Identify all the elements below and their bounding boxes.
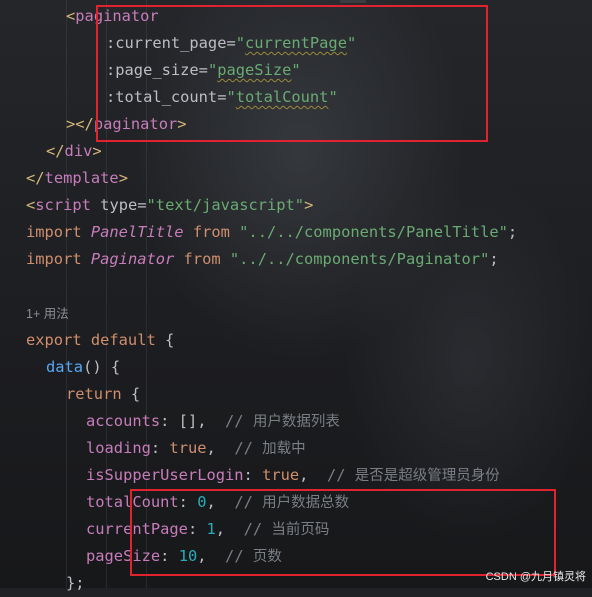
code-token: PanelTitle [90, 223, 184, 241]
code-token: > [304, 196, 314, 214]
code-token: import [26, 250, 91, 268]
code-token: isSupperUserLogin [86, 466, 244, 484]
code-token: { [165, 331, 175, 349]
code-token: export default [26, 331, 165, 349]
code-line: isSupperUserLogin: true, // 是否是超级管理员身份 [86, 462, 500, 489]
code-token: > [66, 115, 76, 133]
code-token: { [130, 385, 141, 403]
code-token: from [174, 250, 230, 268]
code-line: import PanelTitle from "../../components… [26, 219, 517, 246]
watermark: CSDN @九月镇灵将 [485, 571, 586, 583]
code-token: = [137, 196, 147, 214]
code-line: <script type="text/javascript"> [26, 192, 313, 219]
code-line: </div> [46, 138, 102, 165]
code-token: </ [26, 169, 45, 187]
code-token: </ [75, 115, 94, 133]
code-token: data [46, 358, 84, 376]
code-token: template [44, 169, 119, 187]
code-token: script [35, 196, 91, 214]
code-line: accounts: [], // 用户数据列表 [86, 408, 340, 435]
code-token: "text/javascript" [146, 196, 305, 214]
code-token: , [299, 466, 327, 484]
code-line: return { [66, 381, 140, 408]
highlight-box-data-fields [130, 489, 556, 576]
code-line: loading: true, // 加载中 [86, 435, 306, 462]
code-token: loading [86, 439, 151, 457]
code-token: 是否是超级管理员身份 [354, 468, 500, 484]
code-token: // [225, 412, 253, 430]
code-token: true [169, 439, 207, 457]
code-line: export default { [26, 327, 174, 354]
code-token: "../../components/PanelTitle" [239, 223, 508, 241]
code-line: import Paginator from "../../components/… [26, 246, 499, 273]
code-token: // [326, 466, 355, 484]
code-token: : [243, 466, 263, 484]
code-token: , [206, 439, 235, 457]
code-token: ; [489, 250, 499, 268]
code-token: import [26, 223, 91, 241]
code-token: return [66, 385, 131, 403]
code-token: </ [46, 142, 65, 160]
code-token: < [66, 7, 76, 25]
code-line: </template> [26, 165, 128, 192]
code-token: 1+ 用法 [26, 307, 69, 321]
code-token: from [183, 223, 240, 241]
code-token: }; [66, 574, 85, 592]
code-token: Paginator [90, 250, 175, 268]
code-token: // [234, 439, 263, 457]
code-token: : [], [160, 412, 226, 430]
scroll-indicator [340, 0, 366, 3]
code-line: data() { [46, 354, 120, 381]
code-token: () { [83, 358, 121, 376]
code-token: accounts [86, 412, 161, 430]
indent-guide [66, 0, 67, 588]
code-token: type [100, 196, 138, 214]
code-token: 用户数据列表 [252, 414, 340, 430]
code-token: true [262, 466, 300, 484]
highlight-box-paginator [96, 5, 488, 142]
code-token: < [26, 196, 36, 214]
code-token: 加载中 [262, 441, 306, 457]
usage-hint: 1+ 用法 [26, 300, 69, 327]
code-token: > [118, 169, 128, 187]
code-token: : [150, 439, 170, 457]
code-token: ; [507, 223, 518, 241]
code-token: div [64, 142, 93, 160]
code-line: }; [66, 570, 85, 597]
code-token: "../../components/Paginator" [229, 250, 490, 268]
code-token: > [92, 142, 102, 160]
